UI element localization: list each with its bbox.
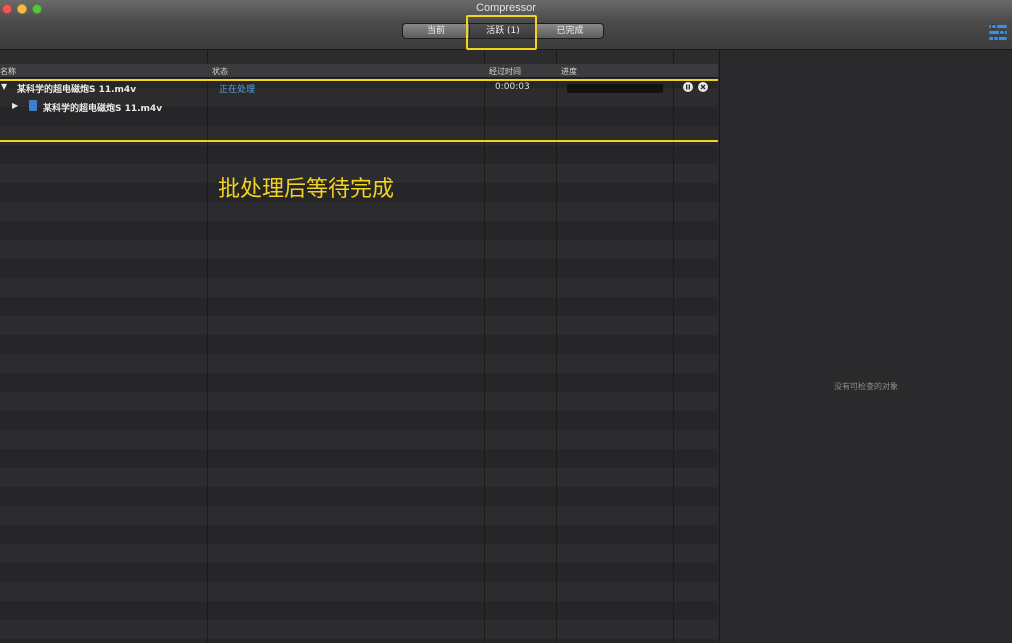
inspector-empty-message: 没有可检查的对象 [834, 382, 898, 391]
inspector-pane: 没有可检查的对象 [719, 50, 1012, 643]
annotation-highlight-box [0, 79, 718, 142]
window-title: Compressor [476, 2, 536, 14]
annotation-text: 批处理后等待完成 [218, 177, 395, 202]
column-header: 名称 状态 经过时间 进度 [0, 64, 718, 78]
column-status-header[interactable]: 状态 [212, 66, 228, 77]
tab-current[interactable]: 当前 [403, 24, 470, 38]
tab-completed[interactable]: 已完成 [537, 24, 603, 38]
column-name-header[interactable]: 名称 [0, 66, 16, 77]
batch-list: 名称 状态 经过时间 进度 ▼ 某科学的超电磁炮S 11.m4v 正在处理 0:… [0, 50, 718, 643]
inspector-icon[interactable] [988, 23, 1008, 41]
column-progress-header[interactable]: 进度 [561, 66, 577, 77]
tab-highlight-frame [466, 15, 537, 50]
column-elapsed-header[interactable]: 经过时间 [489, 66, 521, 77]
